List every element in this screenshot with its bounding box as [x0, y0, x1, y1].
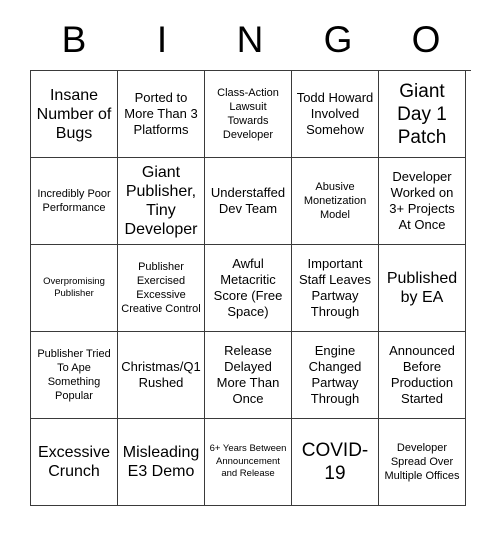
- bingo-row: Insane Number of Bugs Ported to More Tha…: [31, 71, 471, 158]
- bingo-cell-label: Announced Before Production Started: [389, 343, 455, 406]
- bingo-cell-g2[interactable]: Abusive Monetization Model: [292, 158, 379, 245]
- bingo-header-letter-n: N: [236, 19, 264, 60]
- bingo-cell-label: Todd Howard Involved Somehow: [296, 90, 374, 137]
- bingo-grid: Insane Number of Bugs Ported to More Tha…: [30, 70, 471, 506]
- bingo-cell-b4[interactable]: Publisher Tried To Ape Something Popular: [31, 332, 118, 419]
- bingo-card: B I N G O Insane Number of Bugs Ported t…: [30, 10, 471, 506]
- bingo-cell-o3[interactable]: Published by EA: [379, 245, 466, 332]
- bingo-cell-o5[interactable]: Developer Spread Over Multiple Offices: [379, 419, 466, 506]
- bingo-cell-label: Publisher Exercised Excessive Creative C…: [121, 261, 201, 315]
- bingo-cell-i5[interactable]: Misleading E3 Demo: [118, 419, 205, 506]
- bingo-cell-label: Christmas/Q1 Rushed: [121, 359, 201, 390]
- bingo-cell-g4[interactable]: Engine Changed Partway Through: [292, 332, 379, 419]
- bingo-cell-label: Release Delayed More Than Once: [216, 343, 280, 406]
- bingo-cell-o2[interactable]: Developer Worked on 3+ Projects At Once: [379, 158, 466, 245]
- bingo-cell-label: Misleading E3 Demo: [122, 444, 200, 480]
- bingo-cell-o1[interactable]: Giant Day 1 Patch: [379, 71, 466, 158]
- bingo-cell-label: Insane Number of Bugs: [36, 86, 112, 142]
- bingo-cell-i3[interactable]: Publisher Exercised Excessive Creative C…: [118, 245, 205, 332]
- bingo-header-letter-b: B: [61, 19, 87, 60]
- bingo-cell-n5[interactable]: 6+ Years Between Announcement and Releas…: [205, 419, 292, 506]
- bingo-row: Excessive Crunch Misleading E3 Demo 6+ Y…: [31, 419, 471, 506]
- bingo-cell-b5[interactable]: Excessive Crunch: [31, 419, 118, 506]
- bingo-cell-label: Giant Publisher, Tiny Developer: [124, 164, 198, 238]
- bingo-header-letter-g: G: [323, 19, 353, 60]
- bingo-cell-g1[interactable]: Todd Howard Involved Somehow: [292, 71, 379, 158]
- bingo-cell-label: Awful Metacritic Score (Free Space): [213, 256, 283, 319]
- bingo-cell-label: Ported to More Than 3 Platforms: [124, 90, 198, 137]
- bingo-cell-label: Developer Spread Over Multiple Offices: [384, 442, 460, 482]
- bingo-cell-label: Class-Action Lawsuit Towards Developer: [217, 87, 279, 141]
- bingo-cell-g5[interactable]: COVID-19: [292, 419, 379, 506]
- bingo-cell-label: Excessive Crunch: [37, 444, 111, 480]
- bingo-cell-label: Important Staff Leaves Partway Through: [298, 256, 372, 319]
- bingo-cell-n1[interactable]: Class-Action Lawsuit Towards Developer: [205, 71, 292, 158]
- bingo-cell-b2[interactable]: Incredibly Poor Performance: [31, 158, 118, 245]
- bingo-cell-label: Developer Worked on 3+ Projects At Once: [389, 169, 455, 232]
- bingo-header-letter-o: O: [411, 19, 441, 60]
- bingo-cell-label: Publisher Tried To Ape Something Popular: [37, 348, 111, 402]
- bingo-cell-b3[interactable]: Overpromising Publisher: [31, 245, 118, 332]
- bingo-cell-free-space[interactable]: Awful Metacritic Score (Free Space): [205, 245, 292, 332]
- bingo-row: Publisher Tried To Ape Something Popular…: [31, 332, 471, 419]
- bingo-row: Incredibly Poor Performance Giant Publis…: [31, 158, 471, 245]
- bingo-cell-label: Overpromising Publisher: [43, 275, 105, 300]
- bingo-cell-o4[interactable]: Announced Before Production Started: [379, 332, 466, 419]
- bingo-cell-label: 6+ Years Between Announcement and Releas…: [209, 443, 287, 480]
- bingo-cell-label: Incredibly Poor Performance: [37, 188, 111, 214]
- bingo-cell-n2[interactable]: Understaffed Dev Team: [205, 158, 292, 245]
- bingo-cell-i4[interactable]: Christmas/Q1 Rushed: [118, 332, 205, 419]
- bingo-cell-g3[interactable]: Important Staff Leaves Partway Through: [292, 245, 379, 332]
- bingo-row: Overpromising Publisher Publisher Exerci…: [31, 245, 471, 332]
- bingo-header: B I N G O: [30, 10, 470, 70]
- bingo-cell-i1[interactable]: Ported to More Than 3 Platforms: [118, 71, 205, 158]
- bingo-cell-label: Published by EA: [386, 270, 458, 306]
- bingo-cell-label: COVID-19: [301, 440, 369, 484]
- bingo-cell-i2[interactable]: Giant Publisher, Tiny Developer: [118, 158, 205, 245]
- bingo-cell-label: Engine Changed Partway Through: [308, 343, 362, 406]
- bingo-cell-label: Giant Day 1 Patch: [397, 80, 447, 148]
- bingo-cell-label: Abusive Monetization Model: [303, 181, 367, 221]
- bingo-header-letter-i: I: [156, 19, 168, 60]
- bingo-cell-b1[interactable]: Insane Number of Bugs: [31, 71, 118, 158]
- bingo-cell-label: Understaffed Dev Team: [210, 185, 286, 216]
- bingo-cell-n4[interactable]: Release Delayed More Than Once: [205, 332, 292, 419]
